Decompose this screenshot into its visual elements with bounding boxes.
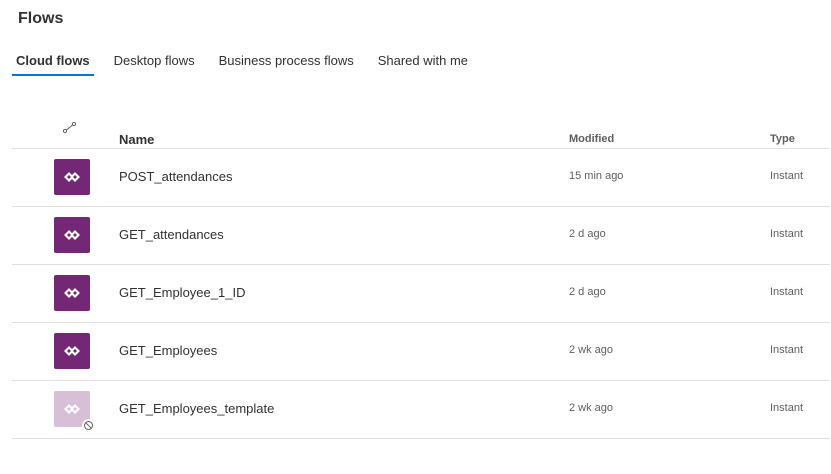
tab-business-process-flows[interactable]: Business process flows [213, 50, 360, 76]
table-row[interactable]: POST_attendances 15 min ago Instant [12, 149, 830, 207]
table-row[interactable]: GET_Employees 2 wk ago Instant [12, 323, 830, 381]
tab-shared-with-me[interactable]: Shared with me [372, 50, 474, 76]
flow-name[interactable]: GET_attendances [119, 227, 224, 242]
table-row[interactable]: GET_attendances 2 d ago Instant [12, 207, 830, 265]
flows-table: Name Modified Type POST_attendances 15 m… [12, 112, 830, 439]
table-row[interactable]: GET_Employees_template 2 wk ago Instant [12, 381, 830, 439]
flow-icon [54, 333, 90, 369]
flow-icon [54, 159, 90, 195]
tab-cloud-flows[interactable]: Cloud flows [10, 50, 96, 76]
flow-name[interactable]: GET_Employee_1_ID [119, 285, 245, 300]
flow-type: Instant [770, 228, 804, 240]
flow-type: Instant [770, 402, 804, 414]
page-title: Flows [18, 10, 64, 27]
flow-modified: 2 d ago [569, 286, 606, 298]
flow-type: Instant [770, 286, 804, 298]
flow-type: Instant [770, 344, 804, 356]
column-header-type[interactable]: Type [770, 133, 795, 145]
tab-desktop-flows[interactable]: Desktop flows [108, 50, 201, 76]
flow-modified: 2 d ago [569, 228, 606, 240]
flow-icon [54, 275, 90, 311]
flow-modified: 2 wk ago [569, 402, 614, 414]
flow-modified: 15 min ago [569, 170, 624, 182]
flow-name[interactable]: GET_Employees_template [119, 401, 274, 416]
flow-name[interactable]: POST_attendances [119, 169, 232, 184]
flow-type: Instant [770, 170, 804, 182]
flow-modified: 2 wk ago [569, 344, 614, 356]
flow-type-icon [62, 121, 78, 138]
table-row[interactable]: GET_Employee_1_ID 2 d ago Instant [12, 265, 830, 323]
flow-name[interactable]: GET_Employees [119, 343, 217, 358]
disabled-icon [82, 419, 95, 432]
flow-icon [54, 217, 90, 253]
flow-tabs: Cloud flows Desktop flows Business proce… [10, 50, 486, 76]
table-header: Name Modified Type [12, 112, 830, 149]
column-header-modified[interactable]: Modified [569, 133, 614, 145]
column-header-name[interactable]: Name [119, 132, 154, 147]
